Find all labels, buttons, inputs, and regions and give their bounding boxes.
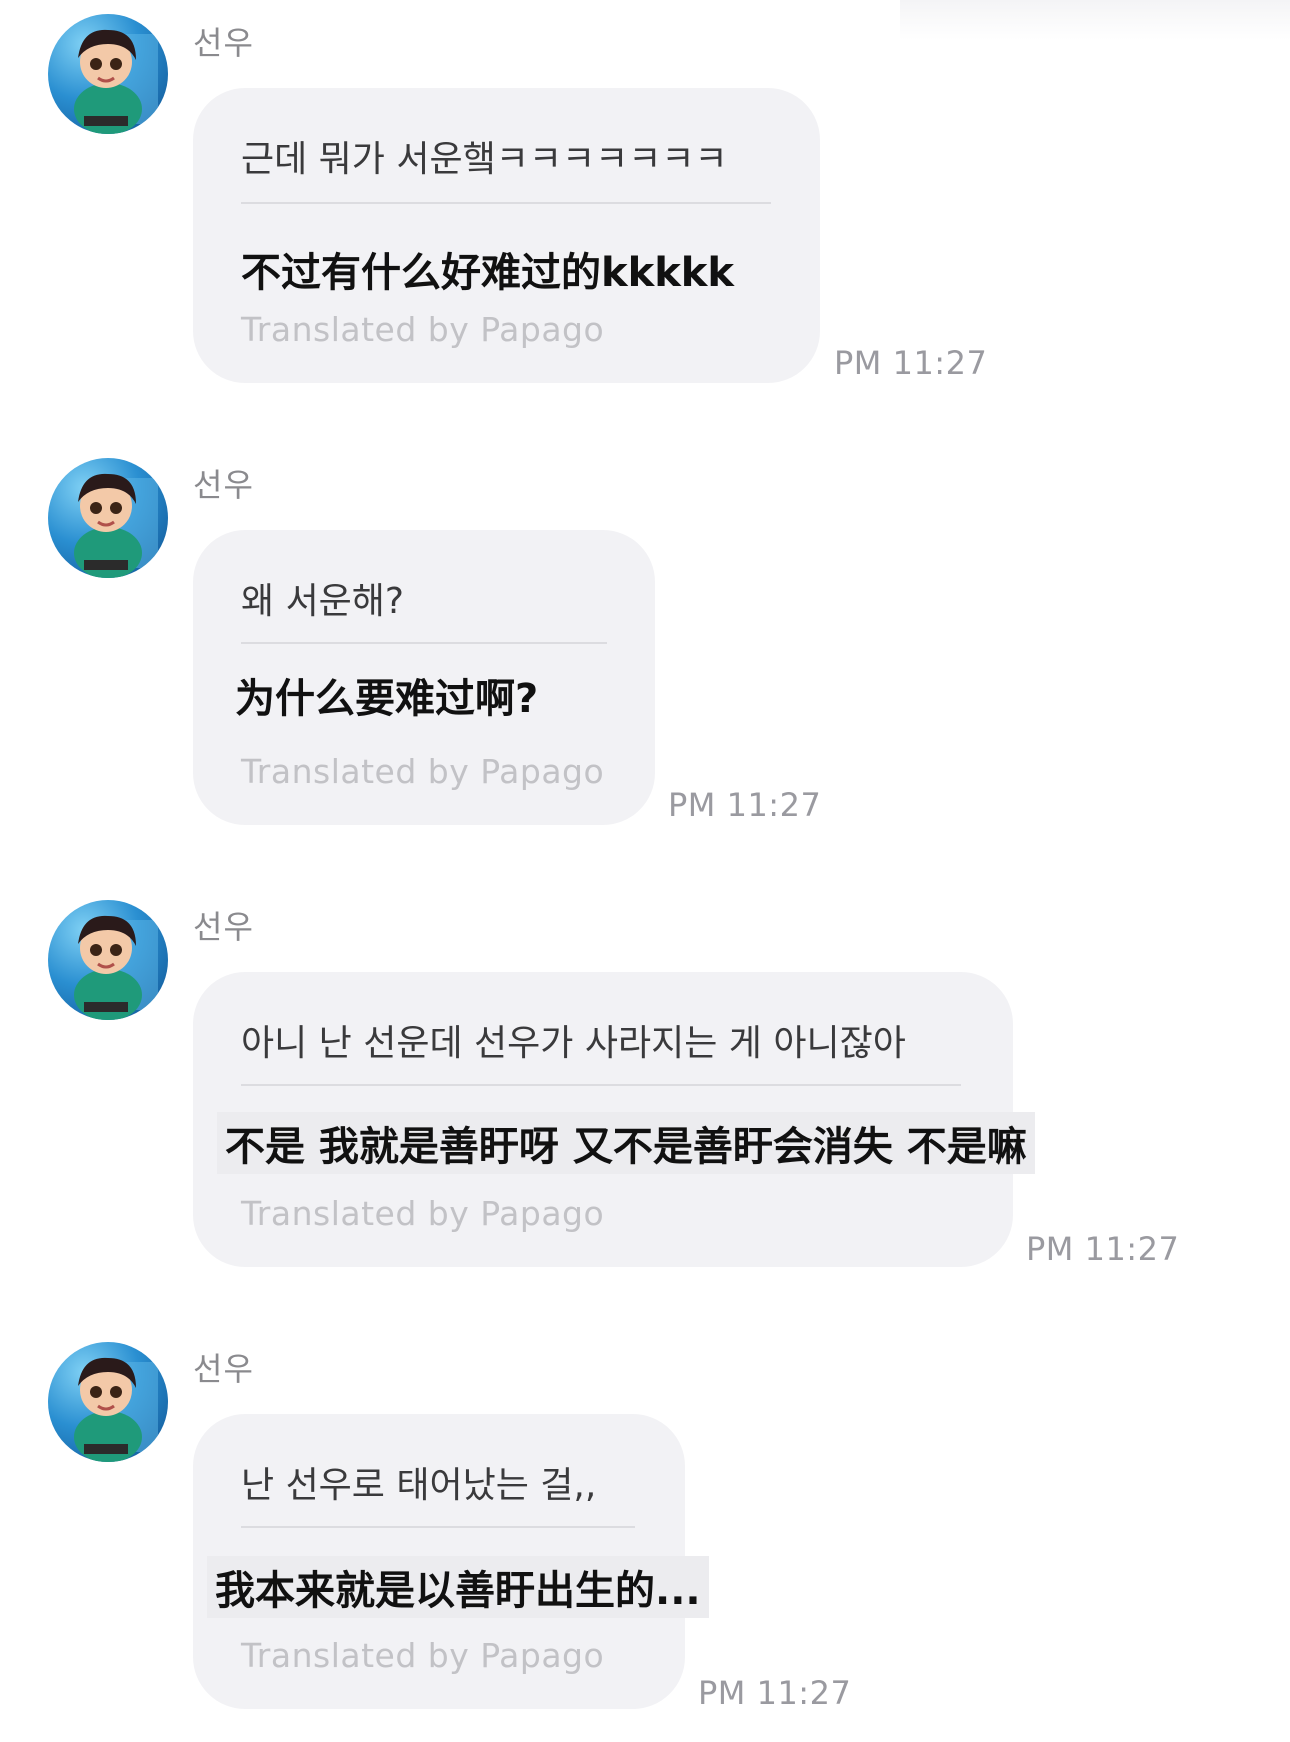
original-text: 난 선우로 태어났는 걸,, — [241, 1465, 597, 1506]
message-bubble[interactable]: 아니 난 선운데 선우가 사라지는 게 아니잖아 不是 我就是善盱呀 又不是善盱… — [193, 972, 1035, 1267]
message-time: PM 11:27 — [668, 786, 822, 824]
bubble-divider — [241, 642, 607, 644]
message-bubble[interactable]: 난 선우로 태어났는 걸,, 我本来就是以善盱出生的... Translated… — [193, 1414, 709, 1709]
top-edge-shade — [900, 0, 1290, 40]
bubble-divider — [241, 1084, 961, 1086]
bubble-divider — [241, 1526, 635, 1528]
message-time: PM 11:27 — [834, 344, 988, 382]
bubble-divider — [241, 202, 771, 204]
avatar-character-icon — [74, 915, 158, 1020]
message-time: PM 11:27 — [698, 1674, 852, 1712]
translation-credit: Translated by Papago — [241, 752, 605, 791]
original-text: 아니 난 선운데 선우가 사라지는 게 아니잖아 — [241, 1023, 906, 1064]
message-time: PM 11:27 — [1026, 1230, 1180, 1268]
avatar-character-icon — [74, 29, 158, 134]
sender-avatar[interactable] — [48, 900, 168, 1020]
sender-name: 선우 — [193, 466, 254, 504]
translated-text: 不是 我就是善盱呀 又不是善盱会消失 不是嘛 — [217, 1112, 1035, 1174]
avatar-character-icon — [74, 1357, 158, 1462]
translated-text: 不过有什么好难过的kkkkk — [241, 250, 735, 296]
message-bubble[interactable]: 왜 서운해? 为什么要难过啊? Translated by Papago — [193, 530, 655, 825]
original-text: 근데 뭐가 서운햌ㅋㅋㅋㅋㅋㅋㅋ — [241, 139, 728, 180]
sender-name: 선우 — [193, 24, 254, 62]
avatar-character-icon — [74, 473, 158, 578]
sender-name: 선우 — [193, 1350, 254, 1388]
translation-credit: Translated by Papago — [241, 310, 605, 349]
sender-avatar[interactable] — [48, 14, 168, 134]
translated-text: 我本来就是以善盱出生的... — [207, 1556, 709, 1618]
translated-text: 为什么要难过啊? — [235, 676, 539, 722]
original-text: 왜 서운해? — [241, 581, 405, 622]
translation-credit: Translated by Papago — [241, 1194, 605, 1233]
message-bubble[interactable]: 근데 뭐가 서운햌ㅋㅋㅋㅋㅋㅋㅋ 不过有什么好难过的kkkkk Translat… — [193, 88, 820, 383]
sender-name: 선우 — [193, 908, 254, 946]
sender-avatar[interactable] — [48, 1342, 168, 1462]
translation-credit: Translated by Papago — [241, 1636, 605, 1675]
sender-avatar[interactable] — [48, 458, 168, 578]
